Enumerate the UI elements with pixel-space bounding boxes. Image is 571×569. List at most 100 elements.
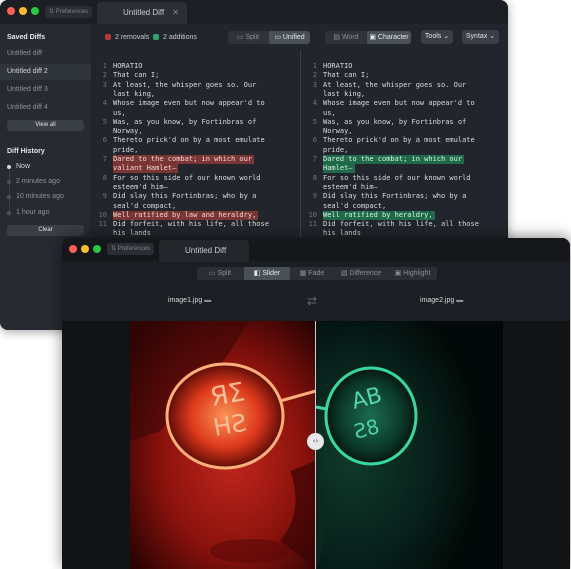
- addition-swatch-icon: [153, 34, 159, 40]
- removal-swatch-icon: [105, 34, 111, 40]
- right-image-filename[interactable]: image2.jpg ▬: [420, 297, 463, 304]
- line-text: seal'd compact,: [113, 201, 177, 210]
- zoom-window-icon[interactable]: [31, 7, 39, 15]
- line-text: For so this side of our known world: [323, 173, 471, 182]
- line-text: Was, as you know, by Fortinbras of: [113, 117, 257, 126]
- preferences-button[interactable]: ⇅ Preferences: [45, 6, 93, 18]
- history-item[interactable]: 10 minutes ago: [0, 190, 91, 204]
- tab-untitled-diff[interactable]: Untitled Diff: [159, 240, 249, 262]
- line-text: Dared to the combat; in which our: [113, 155, 255, 164]
- code-line: esteem'd him—: [91, 183, 300, 192]
- removals-count: 2 removals: [105, 33, 149, 42]
- history-dot-icon: [7, 211, 11, 215]
- line-text: Norway,: [323, 127, 353, 136]
- code-line: 11 Did forfeit, with his life, all those: [301, 220, 508, 229]
- additions-count: 2 additions: [153, 33, 197, 42]
- history-item[interactable]: Now: [0, 160, 91, 174]
- line-text: Did slay this Fortinbras; who by a: [113, 192, 257, 201]
- code-line: Norway,: [91, 127, 300, 136]
- line-number: 11: [98, 220, 107, 229]
- highlight-mode-button[interactable]: ▣ Highlight: [388, 267, 437, 280]
- difference-mode-button[interactable]: ▧ Difference: [334, 267, 388, 280]
- red-portrait-image: ЯΣ HƧ: [130, 321, 316, 569]
- line-text: pride,: [113, 145, 139, 154]
- tab-untitled-diff[interactable]: Untitled Diff ✕: [97, 2, 187, 24]
- code-line: Norway,: [301, 127, 508, 136]
- preferences-button[interactable]: ⇅ Preferences: [107, 243, 155, 255]
- saved-diff-item[interactable]: Untitled diff 2: [0, 64, 91, 80]
- tab-close-icon[interactable]: ✕: [172, 2, 179, 24]
- history-label: 2 minutes ago: [16, 178, 60, 185]
- code-line: 10 Well ratified by law and heraldry,: [91, 210, 300, 220]
- image-mode-toggle: ▭ Split ◧ Slider ▦ Fade ▧ Difference ▣ H…: [197, 267, 437, 280]
- line-text: valiant Hamlet—: [113, 164, 179, 174]
- line-text: seal'd compact,: [323, 201, 387, 210]
- code-line: esteem'd him—: [301, 183, 508, 192]
- code-line: valiant Hamlet—: [91, 164, 300, 174]
- title-bar: ⇅ Preferences Untitled Diff: [62, 238, 570, 262]
- close-window-icon[interactable]: [69, 245, 77, 253]
- line-text: us,: [113, 108, 126, 117]
- tab-title: Untitled Diff: [123, 8, 165, 17]
- slider-mode-button[interactable]: ◧ Slider: [244, 267, 290, 280]
- character-mode-button[interactable]: ▣ Character: [367, 31, 411, 44]
- right-image: AB Ƨ8: [316, 321, 503, 569]
- line-number: 10: [98, 210, 107, 219]
- line-text: Did slay this Fortinbras; who by a: [323, 192, 467, 201]
- code-line: 3 At least, the whisper goes so. Our: [301, 81, 508, 90]
- code-line: 3 At least, the whisper goes so. Our: [91, 81, 300, 90]
- line-text: Dared to the combat; in which our: [323, 155, 465, 164]
- line-text: esteem'd him—: [113, 182, 168, 191]
- line-text: Whose image even but now appear'd to: [323, 99, 475, 108]
- view-all-button[interactable]: View all: [7, 120, 84, 131]
- line-text: HORATIO: [323, 62, 353, 70]
- title-bar: ⇅ Preferences Untitled Diff ✕: [0, 0, 508, 24]
- history-item[interactable]: 2 minutes ago: [0, 175, 91, 189]
- minimize-window-icon[interactable]: [81, 245, 89, 253]
- code-line: 7 Dared to the combat; in which our: [91, 155, 300, 164]
- line-number: 2: [102, 71, 107, 80]
- code-line: 10 Well ratified by heraldry,: [301, 210, 508, 220]
- code-line: 11 Did forfeit, with his life, all those: [91, 220, 300, 229]
- unified-view-button[interactable]: ▭ Unified: [269, 31, 310, 44]
- folder-icon: ▬: [204, 297, 212, 304]
- line-number: 10: [308, 210, 317, 219]
- line-number: 1: [312, 62, 317, 70]
- saved-diff-item[interactable]: Untitled diff: [0, 46, 91, 62]
- line-text: us,: [323, 108, 336, 117]
- code-line: 7 Dared to the combat; in which our: [301, 155, 508, 164]
- syntax-dropdown[interactable]: Syntax ⌄: [462, 30, 499, 44]
- line-text: Thereto prick'd on by a most emulate: [323, 136, 475, 145]
- split-mode-button[interactable]: ▭ Split: [197, 267, 243, 280]
- history-dot-icon: [7, 165, 11, 169]
- left-image-filename[interactable]: image1.jpg ▬: [168, 297, 211, 304]
- split-view-button[interactable]: ▭ Split: [228, 31, 268, 44]
- line-text: Hamlet—: [323, 164, 355, 174]
- tools-dropdown[interactable]: Tools ⌄: [421, 30, 453, 44]
- image-comparison-stage: ЯΣ HƧ AB Ƨ8 ‹›: [62, 321, 570, 569]
- word-mode-button[interactable]: ▤ Word: [325, 31, 367, 44]
- granularity-toggle: ▤ Word ▣ Character: [325, 31, 411, 44]
- line-text: Thereto prick'd on by a most emulate: [113, 136, 265, 145]
- saved-diff-item[interactable]: Untitled diff 4: [0, 100, 91, 116]
- close-window-icon[interactable]: [7, 7, 15, 15]
- line-number: 5: [312, 117, 317, 126]
- code-line: 2 That can I;: [301, 71, 508, 80]
- swap-images-icon[interactable]: ⇄: [307, 294, 317, 308]
- line-text: Whose image even but now appear'd to: [113, 99, 265, 108]
- zoom-window-icon[interactable]: [93, 245, 101, 253]
- line-number: 1: [102, 62, 107, 70]
- code-line: Hamlet—: [301, 164, 508, 174]
- diff-history-heading: Diff History: [7, 148, 45, 155]
- minimize-window-icon[interactable]: [19, 7, 27, 15]
- history-item[interactable]: 1 hour ago: [0, 206, 91, 220]
- line-number: 4: [102, 99, 107, 108]
- line-number: 9: [312, 192, 317, 201]
- fade-mode-button[interactable]: ▦ Fade: [291, 267, 333, 280]
- code-line: 4 Whose image even but now appear'd to: [91, 99, 300, 108]
- slider-handle-icon[interactable]: ‹›: [307, 433, 324, 450]
- clear-history-button[interactable]: Clear: [7, 225, 84, 236]
- saved-diff-item[interactable]: Untitled diff 3: [0, 82, 91, 98]
- code-line: last king,: [301, 90, 508, 99]
- code-line: 6 Thereto prick'd on by a most emulate: [301, 136, 508, 145]
